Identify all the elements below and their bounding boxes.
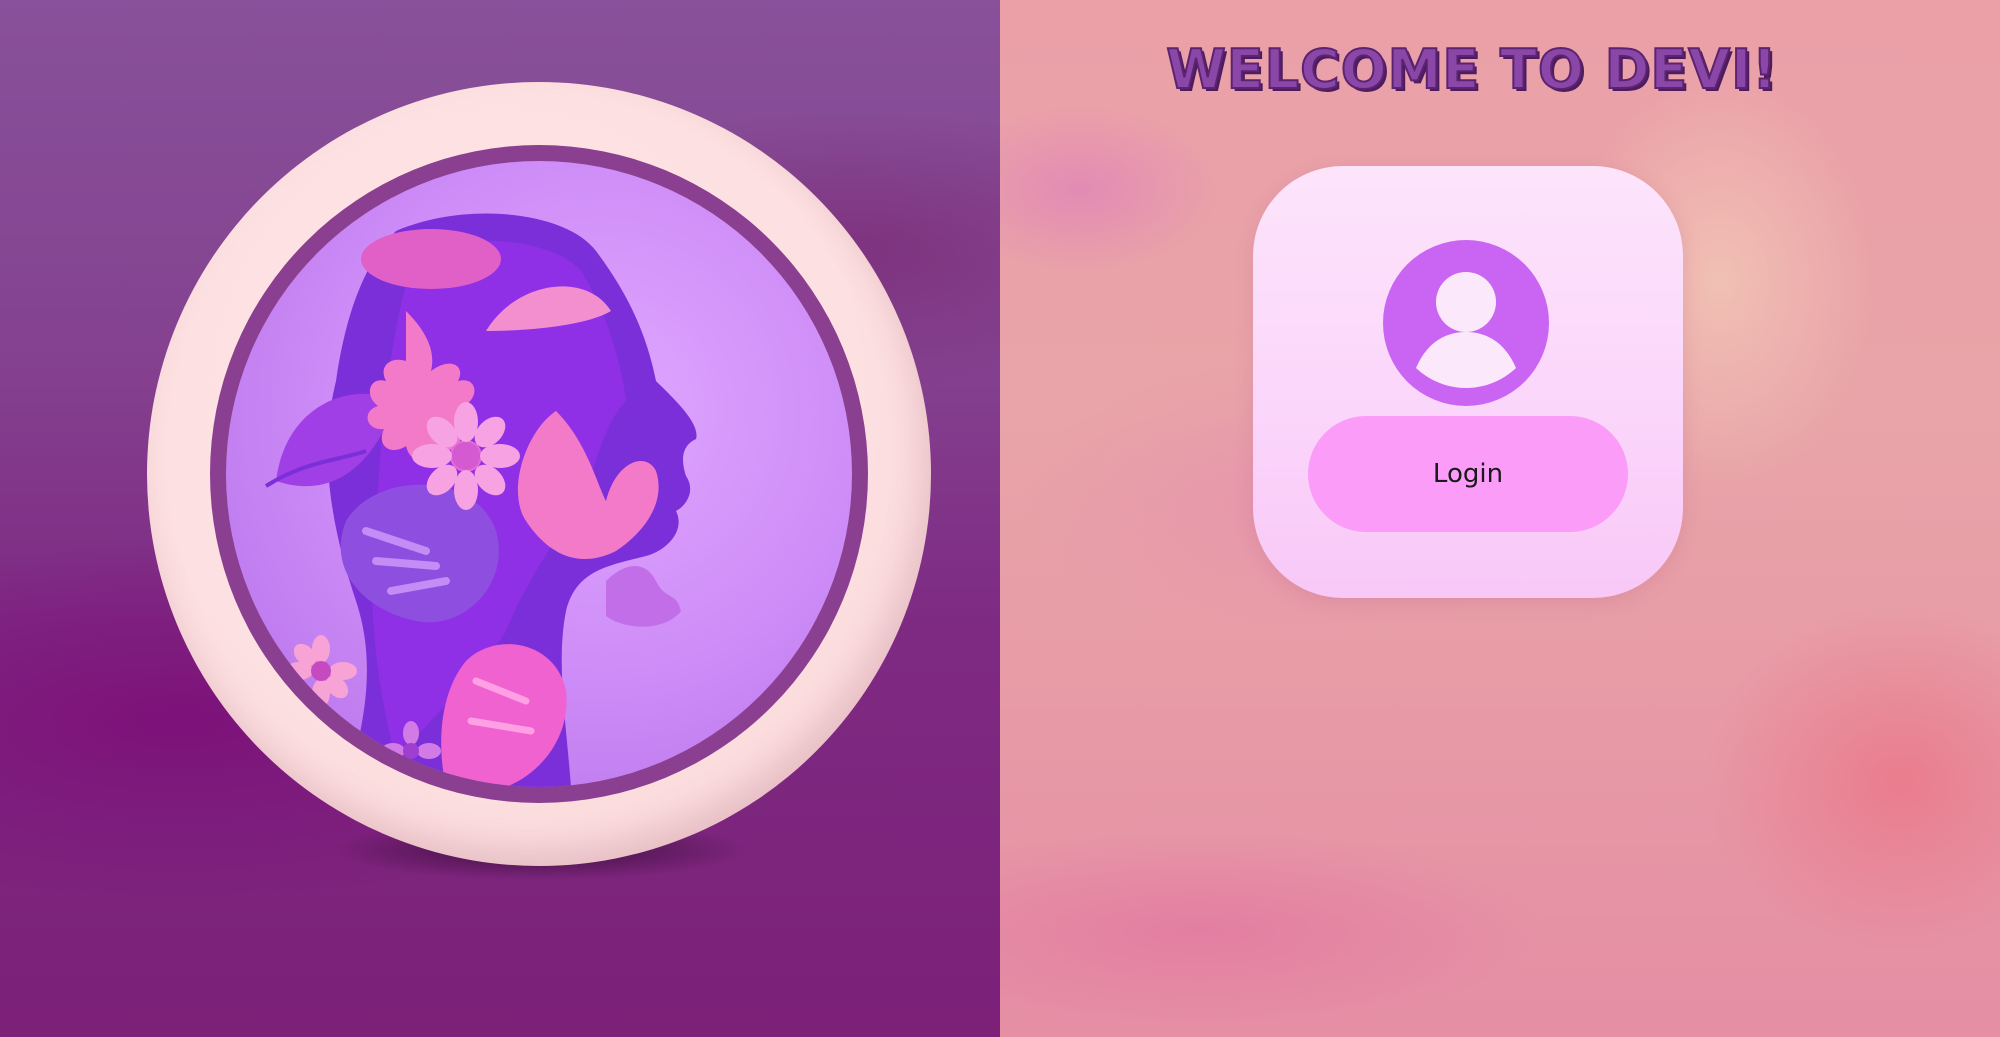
login-button[interactable]: Login xyxy=(1308,416,1628,532)
medallion-ring xyxy=(210,145,868,803)
login-panel: WELCOME TO DEVI! Login xyxy=(1000,0,2000,1037)
user-avatar-icon xyxy=(1383,240,1549,406)
hero-medallion xyxy=(147,82,931,866)
hero-panel xyxy=(0,0,1000,1037)
woman-profile-illustration xyxy=(226,161,852,787)
floral-profile-art xyxy=(264,213,697,787)
welcome-title: WELCOME TO DEVI! xyxy=(1165,37,1778,102)
login-card: Login xyxy=(1253,166,1683,598)
welcome-page: WELCOME TO DEVI! Login xyxy=(0,0,2000,1037)
